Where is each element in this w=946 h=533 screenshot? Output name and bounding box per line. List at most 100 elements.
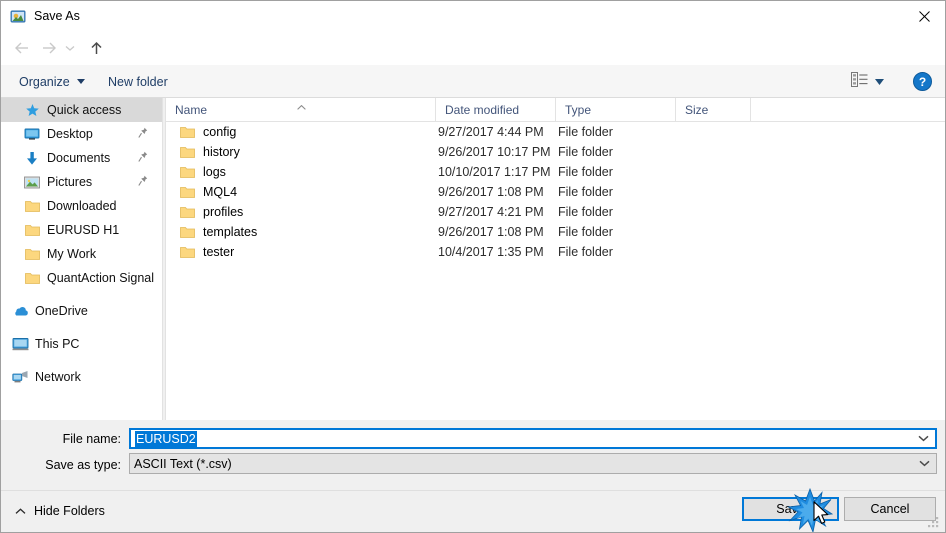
file-type: File folder — [558, 145, 613, 159]
sidebar-item-my-work[interactable]: My Work — [1, 242, 162, 266]
this-pc-icon — [11, 336, 29, 352]
save-as-type-value: ASCII Text (*.csv) — [134, 456, 232, 471]
recent-locations-button[interactable] — [61, 35, 79, 61]
folder-icon — [23, 198, 41, 214]
file-type: File folder — [558, 205, 613, 219]
sidebar-item-label: EURUSD H1 — [47, 223, 120, 237]
sidebar-divider — [1, 323, 162, 332]
forward-button[interactable] — [36, 35, 62, 61]
sidebar-item-this-pc[interactable]: This PC — [1, 332, 162, 356]
up-button[interactable] — [83, 35, 109, 61]
sidebar-item-label: My Work — [47, 247, 97, 261]
new-folder-button[interactable]: New folder — [101, 70, 175, 93]
save-as-type-select[interactable]: ASCII Text (*.csv) — [129, 453, 937, 474]
pictures-icon — [23, 174, 41, 190]
folder-icon — [180, 166, 195, 179]
file-name-cell: tester — [180, 242, 234, 262]
folder-icon — [180, 206, 195, 219]
file-name-cell: MQL4 — [180, 182, 237, 202]
file-type: File folder — [558, 125, 613, 139]
chevron-down-icon[interactable] — [918, 435, 929, 442]
file-name: templates — [203, 225, 258, 239]
column-header-label: Date modified — [445, 102, 520, 117]
file-date: 10/4/2017 1:35 PM — [438, 245, 544, 259]
view-mode-button[interactable] — [846, 70, 889, 93]
table-row[interactable]: history 9/26/2017 10:17 PM File folder — [166, 142, 945, 162]
save-button[interactable]: Save — [742, 497, 839, 521]
sidebar-item-label: Downloaded — [47, 199, 117, 213]
folder-icon — [23, 270, 41, 286]
folder-icon — [180, 246, 195, 259]
navigation-pane: Quick access Desktop Documents Pictures … — [1, 98, 162, 420]
sidebar-item-desktop[interactable]: Desktop — [1, 122, 162, 146]
back-button[interactable] — [9, 35, 35, 61]
sidebar-item-quantaction-signal[interactable]: QuantAction Signal — [1, 266, 162, 290]
svg-text:?: ? — [919, 75, 926, 89]
table-row[interactable]: templates 9/26/2017 1:08 PM File folder — [166, 222, 945, 242]
folder-icon — [180, 226, 195, 239]
pin-icon[interactable] — [138, 151, 148, 166]
file-date: 9/27/2017 4:44 PM — [438, 125, 544, 139]
file-name-cell: history — [180, 142, 240, 162]
file-name-input[interactable]: EURUSD2 — [129, 428, 937, 449]
file-date: 9/27/2017 4:21 PM — [438, 205, 544, 219]
save-button-label: Save — [776, 502, 805, 516]
file-name-cell: profiles — [180, 202, 243, 222]
table-row[interactable]: tester 10/4/2017 1:35 PM File folder — [166, 242, 945, 262]
column-header-type[interactable]: Type — [556, 98, 676, 121]
sidebar-item-onedrive[interactable]: OneDrive — [1, 299, 162, 323]
sidebar-item-quick-access[interactable]: Quick access — [1, 98, 162, 122]
table-row[interactable]: profiles 9/27/2017 4:21 PM File folder — [166, 202, 945, 222]
column-header-name[interactable]: Name — [166, 98, 436, 121]
metatrader-icon — [10, 9, 26, 25]
folder-icon — [23, 222, 41, 238]
window-title: Save As — [34, 9, 80, 23]
help-circle-icon[interactable]: ? — [913, 72, 932, 91]
file-name: config — [203, 125, 237, 139]
file-date: 9/26/2017 10:17 PM — [438, 145, 551, 159]
sidebar-item-eurusd-h1[interactable]: EURUSD H1 — [1, 218, 162, 242]
file-type: File folder — [558, 185, 613, 199]
folder-icon — [180, 126, 195, 139]
column-header-label: Name — [175, 102, 208, 117]
onedrive-cloud-icon — [11, 303, 29, 319]
resize-grip-icon[interactable] — [928, 516, 940, 528]
sidebar-divider — [1, 356, 162, 365]
chevron-down-icon[interactable] — [919, 460, 930, 467]
navigation-bar: « Roaming › MetaQuotes › Terminal › 9155… — [1, 32, 945, 92]
file-name: tester — [203, 245, 235, 259]
table-row[interactable]: config 9/27/2017 4:44 PM File folder — [166, 122, 945, 142]
close-button[interactable] — [901, 1, 945, 32]
file-name-cell: config — [180, 122, 236, 142]
organize-button[interactable]: Organize — [12, 70, 92, 93]
pin-icon[interactable] — [138, 175, 148, 190]
file-name-cell: logs — [180, 162, 226, 182]
documents-download-icon — [23, 150, 41, 166]
table-row[interactable]: logs 10/10/2017 1:17 PM File folder — [166, 162, 945, 182]
sidebar-item-pictures[interactable]: Pictures — [1, 170, 162, 194]
column-header-date-modified[interactable]: Date modified — [436, 98, 556, 121]
network-icon — [11, 369, 29, 385]
cancel-button[interactable]: Cancel — [844, 497, 936, 521]
hide-folders-button[interactable]: Hide Folders — [11, 501, 109, 521]
file-name-value: EURUSD2 — [135, 430, 197, 447]
sidebar-item-downloaded[interactable]: Downloaded — [1, 194, 162, 218]
pin-icon[interactable] — [138, 127, 148, 142]
file-list-pane: Name Date modified Type Size config 9/27… — [166, 98, 945, 420]
command-toolbar: Organize New folder ? — [1, 65, 945, 98]
folder-icon — [23, 246, 41, 262]
file-date: 9/26/2017 1:08 PM — [438, 225, 544, 239]
file-name: MQL4 — [203, 185, 238, 199]
sidebar-item-label: This PC — [35, 337, 80, 351]
star-pin-icon — [23, 102, 41, 118]
sidebar-item-documents[interactable]: Documents — [1, 146, 162, 170]
column-header-label: Size — [685, 102, 709, 117]
file-type: File folder — [558, 225, 613, 239]
column-header-size[interactable]: Size — [676, 98, 751, 121]
view-layout-icon — [851, 71, 868, 92]
column-header-label: Type — [565, 102, 592, 117]
sidebar-item-network[interactable]: Network — [1, 365, 162, 389]
table-row[interactable]: MQL4 9/26/2017 1:08 PM File folder — [166, 182, 945, 202]
caret-down-icon — [875, 78, 884, 85]
sort-ascending-icon — [297, 99, 306, 110]
